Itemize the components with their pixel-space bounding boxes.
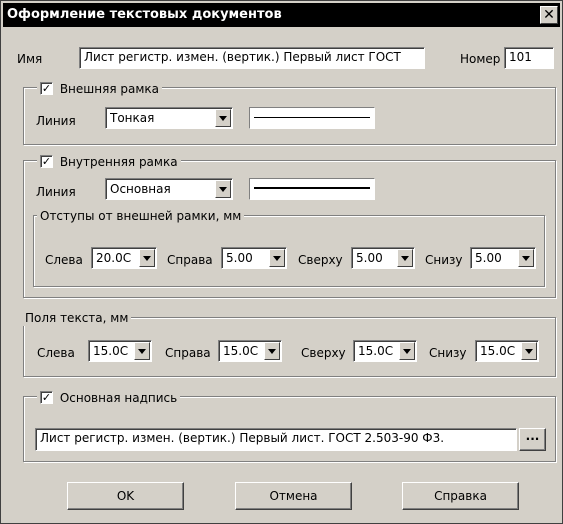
chevron-down-icon[interactable] [215, 180, 231, 198]
number-label: Номер [460, 52, 501, 66]
margin-right-select[interactable]: 15.0С [218, 340, 282, 362]
main-inscription-legend: ✓ Основная надпись [37, 389, 181, 406]
offset-left-value: 20.0С [96, 251, 132, 265]
outer-frame-legend: ✓ Внешняя рамка [37, 80, 162, 97]
inner-frame-legend: ✓ Внутренняя рамка [37, 153, 181, 170]
outer-line-select[interactable]: Тонкая [105, 107, 233, 129]
cancel-button[interactable]: Отмена [235, 482, 352, 510]
thick-line-sample [254, 187, 370, 189]
outer-line-preview [249, 107, 375, 129]
inner-line-select[interactable]: Основная [105, 178, 233, 200]
window-title: Оформление текстовых документов [7, 7, 282, 22]
margin-top-value: 15.0С [358, 344, 394, 358]
offset-bottom-value: 5.00 [475, 251, 502, 265]
chevron-down-icon[interactable] [397, 249, 413, 267]
main-inscription-label: Основная надпись [59, 390, 178, 405]
offset-left-label: Слева [45, 253, 83, 267]
outer-frame-checkbox[interactable]: ✓ [40, 82, 53, 95]
text-margins-title: Поля текста, мм [22, 310, 132, 326]
browse-button[interactable]: ··· [519, 428, 546, 451]
offset-bottom-select[interactable]: 5.00 [470, 247, 536, 269]
offsets-title: Отступы от внешней рамки, мм [37, 208, 245, 224]
margin-bottom-value: 15.0С [480, 344, 516, 358]
offset-right-label: Справа [167, 253, 213, 267]
inner-line-value: Основная [110, 182, 171, 196]
chevron-down-icon[interactable] [134, 342, 150, 360]
margin-top-label: Сверху [301, 346, 346, 360]
dialog-window: Оформление текстовых документов ✕ Имя Ли… [0, 0, 563, 524]
name-label: Имя [17, 52, 43, 66]
chevron-down-icon[interactable] [269, 249, 285, 267]
margin-right-value: 15.0С [223, 344, 259, 358]
chevron-down-icon[interactable] [518, 249, 534, 267]
margin-left-select[interactable]: 15.0С [88, 340, 152, 362]
main-inscription-field[interactable]: Лист регистр. измен. (вертик.) Первый ли… [35, 428, 517, 451]
margin-bottom-select[interactable]: 15.0С [475, 340, 539, 362]
offset-bottom-label: Снизу [425, 253, 463, 267]
help-button[interactable]: Справка [402, 482, 519, 510]
close-button[interactable]: ✕ [540, 6, 558, 24]
inner-line-preview [249, 178, 375, 200]
offset-left-select[interactable]: 20.0С [91, 247, 157, 269]
margin-left-value: 15.0С [93, 344, 129, 358]
margin-left-label: Слева [37, 346, 75, 360]
number-input[interactable]: 101 [504, 47, 554, 69]
title-bar: Оформление текстовых документов ✕ [3, 3, 560, 27]
offset-top-select[interactable]: 5.00 [351, 247, 415, 269]
outer-line-value: Тонкая [110, 111, 155, 125]
inner-frame-checkbox[interactable]: ✓ [40, 155, 53, 168]
thin-line-sample [254, 117, 370, 118]
chevron-down-icon[interactable] [521, 342, 537, 360]
offset-right-value: 5.00 [226, 251, 253, 265]
inner-frame-label: Внутренняя рамка [59, 154, 178, 169]
margin-bottom-label: Снизу [429, 346, 467, 360]
chevron-down-icon[interactable] [264, 342, 280, 360]
inner-line-label: Линия [36, 185, 76, 199]
chevron-down-icon[interactable] [139, 249, 155, 267]
offset-right-select[interactable]: 5.00 [221, 247, 287, 269]
outer-frame-label: Внешняя рамка [59, 81, 159, 96]
main-inscription-checkbox[interactable]: ✓ [40, 391, 53, 404]
outer-line-label: Линия [36, 114, 76, 128]
margin-top-select[interactable]: 15.0С [353, 340, 417, 362]
chevron-down-icon[interactable] [399, 342, 415, 360]
chevron-down-icon[interactable] [215, 109, 231, 127]
name-input[interactable]: Лист регистр. измен. (вертик.) Первый ли… [79, 47, 425, 69]
ok-button[interactable]: OK [67, 482, 184, 510]
offset-top-label: Сверху [298, 253, 343, 267]
margin-right-label: Справа [165, 346, 211, 360]
offset-top-value: 5.00 [356, 251, 383, 265]
